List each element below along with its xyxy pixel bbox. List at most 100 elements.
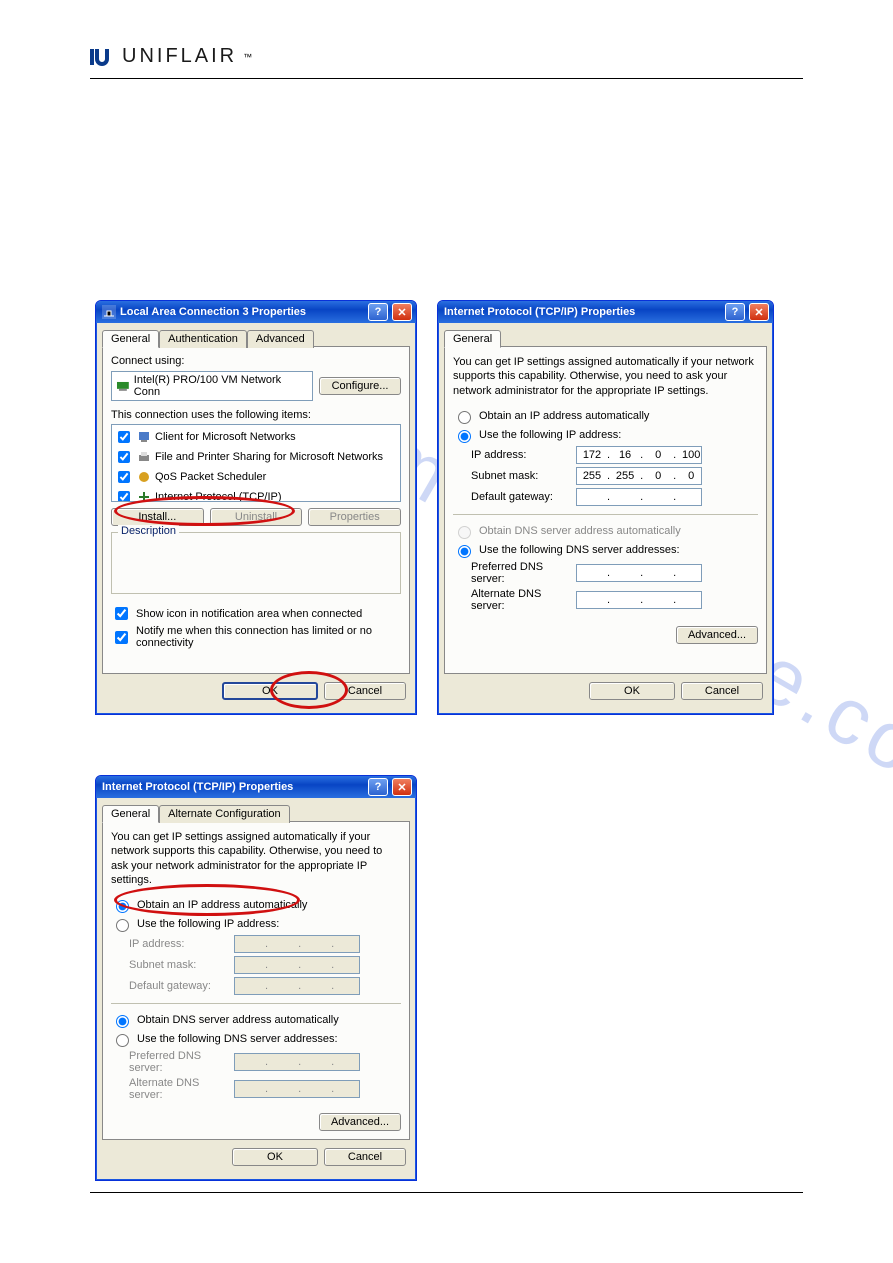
ip-octet[interactable] xyxy=(612,490,638,504)
window-title: Internet Protocol (TCP/IP) Properties xyxy=(444,306,721,318)
connect-using-label: Connect using: xyxy=(111,355,401,367)
show-icon-checkbox[interactable] xyxy=(115,607,128,620)
tab-general[interactable]: General xyxy=(102,330,159,348)
subnet-mask-field[interactable]: . . . xyxy=(576,467,702,485)
tab-advanced[interactable]: Advanced xyxy=(247,330,314,348)
subnet-mask-label: Subnet mask: xyxy=(129,959,234,971)
qos-icon xyxy=(137,470,151,484)
cancel-button[interactable]: Cancel xyxy=(324,682,406,700)
item-checkbox[interactable] xyxy=(118,471,130,483)
radio-dns-manual-label: Use the following DNS server addresses: xyxy=(479,544,680,556)
advanced-button[interactable]: Advanced... xyxy=(319,1113,401,1131)
list-item[interactable]: File and Printer Sharing for Microsoft N… xyxy=(114,447,398,467)
radio-ip-auto-label: Obtain an IP address automatically xyxy=(479,410,649,422)
ip-octet xyxy=(270,958,296,972)
ip-octet[interactable] xyxy=(678,469,704,483)
radio-ip-manual[interactable] xyxy=(116,919,129,932)
ip-octet[interactable] xyxy=(579,593,605,607)
help-button[interactable]: ? xyxy=(725,303,745,321)
uninstall-button: Uninstall xyxy=(210,508,303,526)
ip-octet[interactable] xyxy=(645,566,671,580)
radio-dns-manual[interactable] xyxy=(116,1034,129,1047)
list-item[interactable]: QoS Packet Scheduler xyxy=(114,467,398,487)
ip-octet[interactable] xyxy=(612,448,638,462)
client-icon xyxy=(137,430,151,444)
radio-dns-auto-label: Obtain DNS server address automatically xyxy=(479,525,681,537)
items-label: This connection uses the following items… xyxy=(111,409,401,421)
close-button[interactable]: ✕ xyxy=(392,303,412,321)
help-button[interactable]: ? xyxy=(368,778,388,796)
help-button[interactable]: ? xyxy=(368,303,388,321)
radio-dns-manual[interactable] xyxy=(458,545,471,558)
gateway-label: Default gateway: xyxy=(471,491,576,503)
tab-general[interactable]: General xyxy=(444,330,501,348)
ip-octet[interactable] xyxy=(612,469,638,483)
radio-ip-manual-label: Use the following IP address: xyxy=(479,429,621,441)
ip-octet[interactable] xyxy=(579,448,605,462)
radio-dns-manual-label: Use the following DNS server addresses: xyxy=(137,1033,338,1045)
item-checkbox[interactable] xyxy=(118,451,130,463)
brand-name: UNIFLAIR xyxy=(122,45,237,68)
cancel-button[interactable]: Cancel xyxy=(324,1148,406,1166)
item-checkbox[interactable] xyxy=(118,491,130,502)
ip-address-field[interactable]: . . . xyxy=(576,446,702,464)
show-icon-label: Show icon in notification area when conn… xyxy=(136,608,362,620)
ip-octet[interactable] xyxy=(579,469,605,483)
close-button[interactable]: ✕ xyxy=(749,303,769,321)
ip-octet[interactable] xyxy=(645,490,671,504)
gateway-field[interactable]: . . . xyxy=(576,488,702,506)
list-item[interactable]: Internet Protocol (TCP/IP) xyxy=(114,487,398,502)
ip-octet[interactable] xyxy=(678,448,704,462)
notify-limited-checkbox[interactable] xyxy=(115,631,128,644)
ip-octet[interactable] xyxy=(579,490,605,504)
subnet-mask-field: ... xyxy=(234,956,360,974)
item-label: File and Printer Sharing for Microsoft N… xyxy=(155,451,383,463)
preferred-dns-field: ... xyxy=(234,1053,360,1071)
ip-address-field: ... xyxy=(234,935,360,953)
ok-button[interactable]: OK xyxy=(222,682,318,700)
ip-octet xyxy=(237,958,263,972)
ip-octet[interactable] xyxy=(645,469,671,483)
components-listbox[interactable]: Client for Microsoft Networks File and P… xyxy=(111,424,401,502)
radio-ip-auto-label: Obtain an IP address automatically xyxy=(137,899,307,911)
protocol-icon xyxy=(137,490,151,502)
ip-octet[interactable] xyxy=(645,448,671,462)
gateway-label: Default gateway: xyxy=(129,980,234,992)
ip-octet[interactable] xyxy=(678,490,704,504)
close-button[interactable]: ✕ xyxy=(392,778,412,796)
nic-icon xyxy=(116,380,130,392)
alternate-dns-field[interactable]: ... xyxy=(576,591,702,609)
ok-button[interactable]: OK xyxy=(232,1148,318,1166)
ip-address-label: IP address: xyxy=(129,938,234,950)
ip-octet[interactable] xyxy=(645,593,671,607)
ip-octet[interactable] xyxy=(678,566,704,580)
tab-alternate-config[interactable]: Alternate Configuration xyxy=(159,805,290,823)
ip-address-label: IP address: xyxy=(471,449,576,461)
tab-general[interactable]: General xyxy=(102,805,159,823)
tab-authentication[interactable]: Authentication xyxy=(159,330,247,348)
ip-octet[interactable] xyxy=(612,593,638,607)
list-item[interactable]: Client for Microsoft Networks xyxy=(114,427,398,447)
network-icon xyxy=(102,305,116,319)
cancel-button[interactable]: Cancel xyxy=(681,682,763,700)
intro-text: You can get IP settings assigned automat… xyxy=(111,830,401,887)
item-checkbox[interactable] xyxy=(118,431,130,443)
preferred-dns-field[interactable]: ... xyxy=(576,564,702,582)
radio-ip-auto[interactable] xyxy=(116,900,129,913)
radio-ip-manual-label: Use the following IP address: xyxy=(137,918,279,930)
configure-button[interactable]: Configure... xyxy=(319,377,401,395)
footer-rule xyxy=(90,1192,803,1193)
radio-ip-manual[interactable] xyxy=(458,430,471,443)
ip-octet[interactable] xyxy=(612,566,638,580)
uniflair-logo-icon xyxy=(90,47,116,67)
radio-ip-auto[interactable] xyxy=(458,411,471,424)
ip-octet xyxy=(270,1082,296,1096)
preferred-dns-label: Preferred DNS server: xyxy=(129,1050,234,1074)
ip-octet xyxy=(270,979,296,993)
ok-button[interactable]: OK xyxy=(589,682,675,700)
install-button[interactable]: Install... xyxy=(111,508,204,526)
ip-octet[interactable] xyxy=(579,566,605,580)
advanced-button[interactable]: Advanced... xyxy=(676,626,758,644)
ip-octet[interactable] xyxy=(678,593,704,607)
radio-dns-auto[interactable] xyxy=(116,1015,129,1028)
